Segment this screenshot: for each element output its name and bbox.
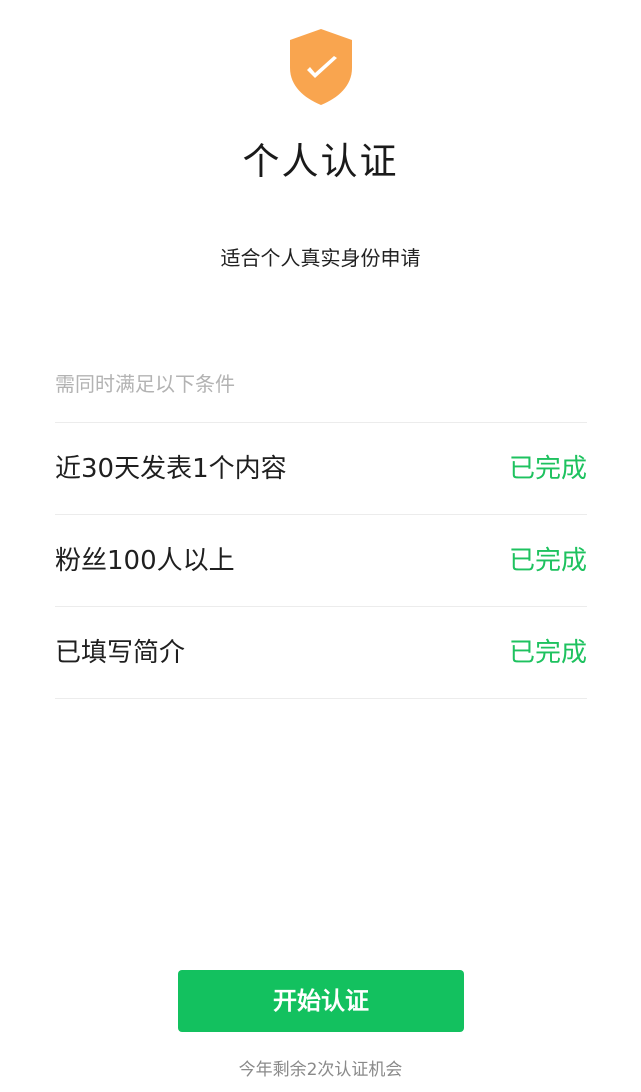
condition-row-followers: 粉丝100人以上 已完成 [55, 514, 587, 606]
condition-label: 粉丝100人以上 [55, 546, 235, 576]
condition-status: 已完成 [508, 638, 587, 668]
condition-label: 近30天发表1个内容 [55, 454, 287, 484]
page-subtitle: 适合个人真实身份申请 [220, 246, 421, 270]
condition-row-posts: 近30天发表1个内容 已完成 [55, 422, 587, 514]
page-title: 个人认证 [242, 140, 399, 183]
conditions-header: 需同时满足以下条件 [55, 372, 235, 396]
start-verification-button[interactable]: 开始认证 [178, 970, 464, 1032]
condition-row-bio: 已填写简介 已完成 [55, 606, 587, 698]
condition-status: 已完成 [508, 454, 587, 484]
shield-check-icon [288, 28, 354, 106]
condition-status: 已完成 [508, 546, 587, 576]
remaining-attempts-text: 今年剩余2次认证机会 [238, 1060, 403, 1080]
divider [55, 698, 587, 699]
condition-label: 已填写简介 [55, 638, 186, 668]
